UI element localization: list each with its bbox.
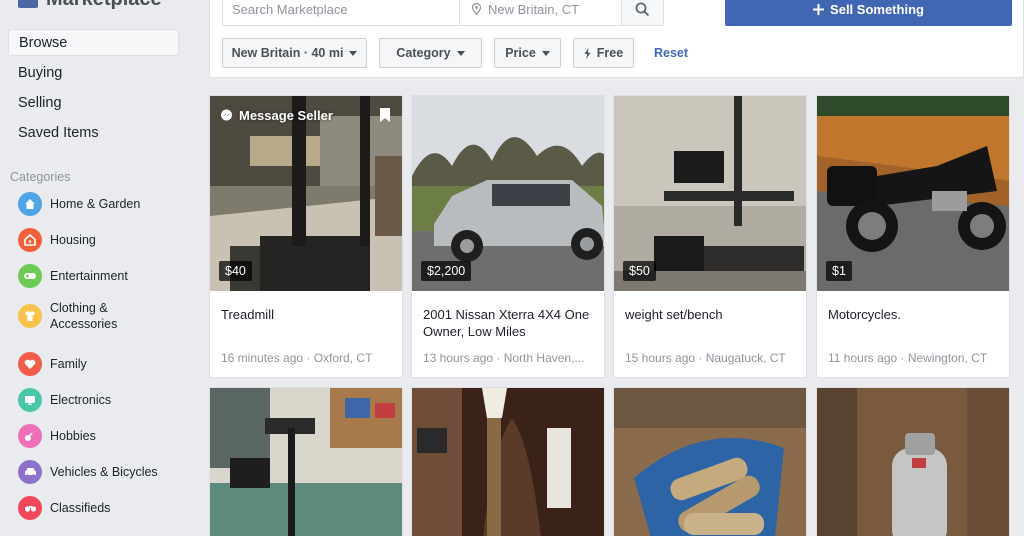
message-seller-label: Message Seller [239,108,333,123]
price-tag: $40 [219,261,252,281]
listing-card[interactable] [613,387,807,536]
elliptical-photo [210,388,402,536]
category-filter-label: Category [396,46,451,60]
free-filter[interactable]: Free [573,38,634,68]
radius-label: New Britain · 40 mi [231,46,344,60]
listing-card[interactable]: Message Seller $40 Treadmill 16 minutes … [209,95,403,378]
categories-heading: Categories [10,170,71,184]
listing-photo[interactable] [412,388,604,536]
listing-photo[interactable] [817,388,1009,536]
nav-browse[interactable]: Browse [8,29,179,56]
heart-icon [18,352,42,376]
listing-photo[interactable] [210,388,402,536]
price-filter-label: Price [505,46,536,60]
car-icon [18,460,42,484]
guitar-photo [412,388,604,536]
price-filter[interactable]: Price [494,38,561,68]
lightning-icon [584,47,591,59]
location-input[interactable]: New Britain, CT [460,0,622,25]
listing-title[interactable]: weight set/bench [625,306,795,340]
plus-icon [813,3,825,15]
category-hobbies[interactable]: Hobbies [18,424,96,448]
listing-title[interactable]: Motorcycles. [828,306,998,340]
category-label: Entertainment [50,269,128,283]
messenger-icon [221,109,232,121]
message-seller-overlay[interactable]: Message Seller [220,108,333,123]
category-clothing[interactable]: Clothing & Accessories [18,300,140,332]
listing-card[interactable]: $1 Motorcycles. 11 hours ago · Newington… [816,95,1010,378]
price-tag: $1 [826,261,852,281]
filter-row: New Britain · 40 mi Category Price Free … [222,38,688,68]
reset-link[interactable]: Reset [654,46,688,60]
sell-something-button[interactable]: Sell Something [725,0,1012,26]
category-electronics[interactable]: Electronics [18,388,111,412]
radius-filter[interactable]: New Britain · 40 mi [222,38,367,68]
listing-title[interactable]: Treadmill [221,306,391,340]
firewood-photo [614,388,806,536]
brand-title: Marketplace [46,0,162,11]
listing-card[interactable]: $2,200 2001 Nissan Xterra 4X4 One Owner,… [411,95,605,378]
location-pin-icon [472,3,481,15]
sell-label: Sell Something [830,1,924,17]
chevron-down-icon [456,50,465,56]
location-text: New Britain, CT [488,1,580,17]
marketplace-icon [18,0,38,8]
category-label: Clothing & Accessories [50,301,118,331]
nav-buying[interactable]: Buying [8,59,179,86]
sidebar-nav: Browse Buying Selling Saved Items [8,29,179,149]
listing-photo[interactable]: $50 [614,96,806,291]
binoculars-icon [18,496,42,520]
category-label: Classifieds [50,501,111,515]
home-key-icon [18,228,42,252]
listing-photo[interactable]: Message Seller $40 [210,96,402,291]
nav-saved-items[interactable]: Saved Items [8,119,179,146]
category-label: Home & Garden [50,197,141,211]
category-label: Family [50,357,87,371]
free-filter-label: Free [596,46,624,60]
category-label: Housing [50,233,96,247]
category-entertainment[interactable]: Entertainment [18,264,128,288]
house-icon [18,192,42,216]
filter-panel: Search Marketplace New Britain, CT Sell … [209,0,1024,78]
shirt-icon [18,304,42,328]
listing-photo[interactable]: $2,200 [412,96,604,291]
propane-tank-photo [817,388,1009,536]
search-icon [635,2,650,16]
price-tag: $2,200 [421,261,472,281]
chevron-down-icon [541,50,550,56]
listing-card[interactable] [209,387,403,536]
listing-meta: 11 hours ago · Newington, CT [828,351,988,365]
listing-card[interactable]: $50 weight set/bench 15 hours ago · Naug… [613,95,807,378]
nav-selling[interactable]: Selling [8,89,179,116]
listing-meta: 16 minutes ago · Oxford, CT [221,351,373,365]
search-input[interactable]: Search Marketplace [223,0,460,25]
category-filter[interactable]: Category [379,38,482,68]
category-label: Electronics [50,393,112,407]
search-bar: Search Marketplace New Britain, CT [222,0,664,26]
price-tag: $50 [623,261,656,281]
category-housing[interactable]: Housing [18,228,96,252]
listing-card[interactable] [816,387,1010,536]
sidebar: Marketplace Browse Buying Selling Saved … [0,0,196,536]
guitar-icon [18,424,42,448]
chevron-down-icon [349,50,358,56]
listing-meta: 15 hours ago · Naugatuck, CT [625,351,786,365]
listing-photo[interactable]: $1 [817,96,1009,291]
category-label: Hobbies [50,429,96,443]
bookmark-icon[interactable] [380,108,390,122]
category-family[interactable]: Family [18,352,87,376]
listing-title[interactable]: 2001 Nissan Xterra 4X4 One Owner, Low Mi… [423,306,593,340]
category-vehicles[interactable]: Vehicles & Bicycles [18,460,158,484]
category-label: Vehicles & Bicycles [50,465,158,479]
listing-card[interactable] [411,387,605,536]
gamepad-icon [18,264,42,288]
category-home-garden[interactable]: Home & Garden [18,192,140,216]
listing-photo[interactable] [614,388,806,536]
marketplace-brand[interactable]: Marketplace [18,0,162,10]
monitor-icon [18,388,42,412]
listing-meta: 13 hours ago · North Haven,... [423,351,585,365]
category-classifieds[interactable]: Classifieds [18,496,110,520]
search-button[interactable] [622,0,663,25]
